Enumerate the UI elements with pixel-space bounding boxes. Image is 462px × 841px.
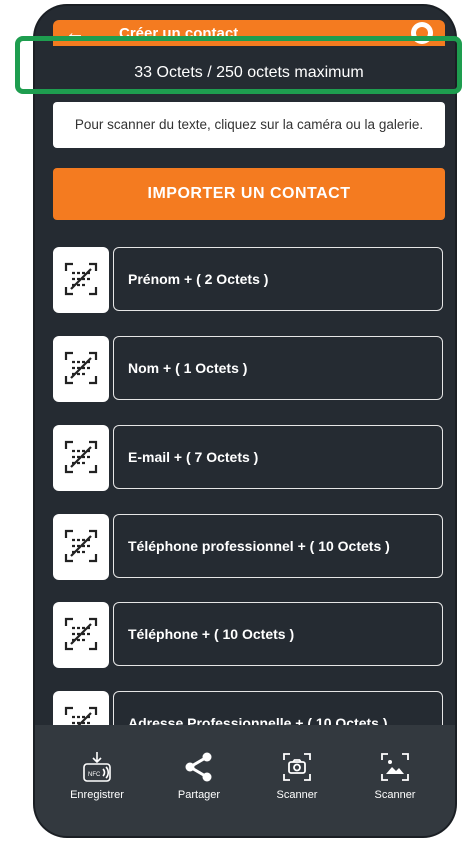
text-scan-button[interactable] bbox=[53, 514, 109, 580]
bottom-nav-bar: NFC Enregistrer Partager Scanner Scanner bbox=[35, 725, 455, 836]
text-scan-button[interactable] bbox=[53, 602, 109, 668]
text-scan-button[interactable] bbox=[53, 247, 109, 313]
nav-scan-gallery-label: Scanner bbox=[374, 789, 416, 801]
nav-save[interactable]: NFC Enregistrer bbox=[57, 747, 137, 801]
field-row-work-phone: Téléphone professionnel + ( 10 Octets ) bbox=[53, 514, 445, 580]
field-row-email: E-mail + ( 7 Octets ) bbox=[53, 425, 445, 491]
text-scan-icon bbox=[64, 351, 98, 385]
highlight-frame bbox=[15, 36, 462, 94]
share-icon bbox=[185, 752, 212, 782]
gallery-scan-icon bbox=[381, 753, 409, 781]
nav-scan-camera[interactable]: Scanner bbox=[257, 747, 337, 801]
scan-hint: Pour scanner du texte, cliquez sur la ca… bbox=[53, 102, 445, 148]
field-input-nom[interactable]: Nom + ( 1 Octets ) bbox=[113, 336, 443, 400]
nfc-icon: NFC bbox=[83, 752, 111, 782]
field-input-phone[interactable]: Téléphone + ( 10 Octets ) bbox=[113, 602, 443, 666]
text-scan-icon bbox=[64, 529, 98, 563]
field-input-work-phone[interactable]: Téléphone professionnel + ( 10 Octets ) bbox=[113, 514, 443, 578]
text-scan-button[interactable] bbox=[53, 425, 109, 491]
phone-screen: ← Créer un contact 33 Octets / 250 octet… bbox=[35, 6, 455, 836]
text-scan-button[interactable] bbox=[53, 336, 109, 402]
field-row-prenom: Prénom + ( 2 Octets ) bbox=[53, 247, 445, 313]
text-scan-icon bbox=[64, 706, 98, 727]
nav-scan-gallery[interactable]: Scanner bbox=[355, 747, 435, 801]
field-list: Prénom + ( 2 Octets ) Nom + ( 1 Octets ) bbox=[53, 247, 445, 727]
field-input-work-address[interactable]: Adresse Professionnelle + ( 10 Octets ) bbox=[113, 691, 443, 727]
field-row-phone: Téléphone + ( 10 Octets ) bbox=[53, 602, 445, 668]
text-scan-icon bbox=[64, 440, 98, 474]
text-scan-button[interactable] bbox=[53, 691, 109, 727]
nav-save-label: Enregistrer bbox=[70, 789, 124, 801]
text-scan-icon bbox=[64, 262, 98, 296]
field-row-nom: Nom + ( 1 Octets ) bbox=[53, 336, 445, 402]
nav-scan-camera-label: Scanner bbox=[276, 789, 318, 801]
field-input-email[interactable]: E-mail + ( 7 Octets ) bbox=[113, 425, 443, 489]
camera-scan-icon bbox=[283, 753, 311, 781]
import-contact-button[interactable]: IMPORTER UN CONTACT bbox=[53, 168, 445, 220]
text-scan-icon bbox=[64, 617, 98, 651]
nav-share[interactable]: Partager bbox=[159, 747, 239, 801]
svg-text:NFC: NFC bbox=[88, 772, 101, 778]
field-input-prenom[interactable]: Prénom + ( 2 Octets ) bbox=[113, 247, 443, 311]
nav-share-label: Partager bbox=[177, 789, 221, 801]
field-row-work-address: Adresse Professionnelle + ( 10 Octets ) bbox=[53, 691, 445, 727]
